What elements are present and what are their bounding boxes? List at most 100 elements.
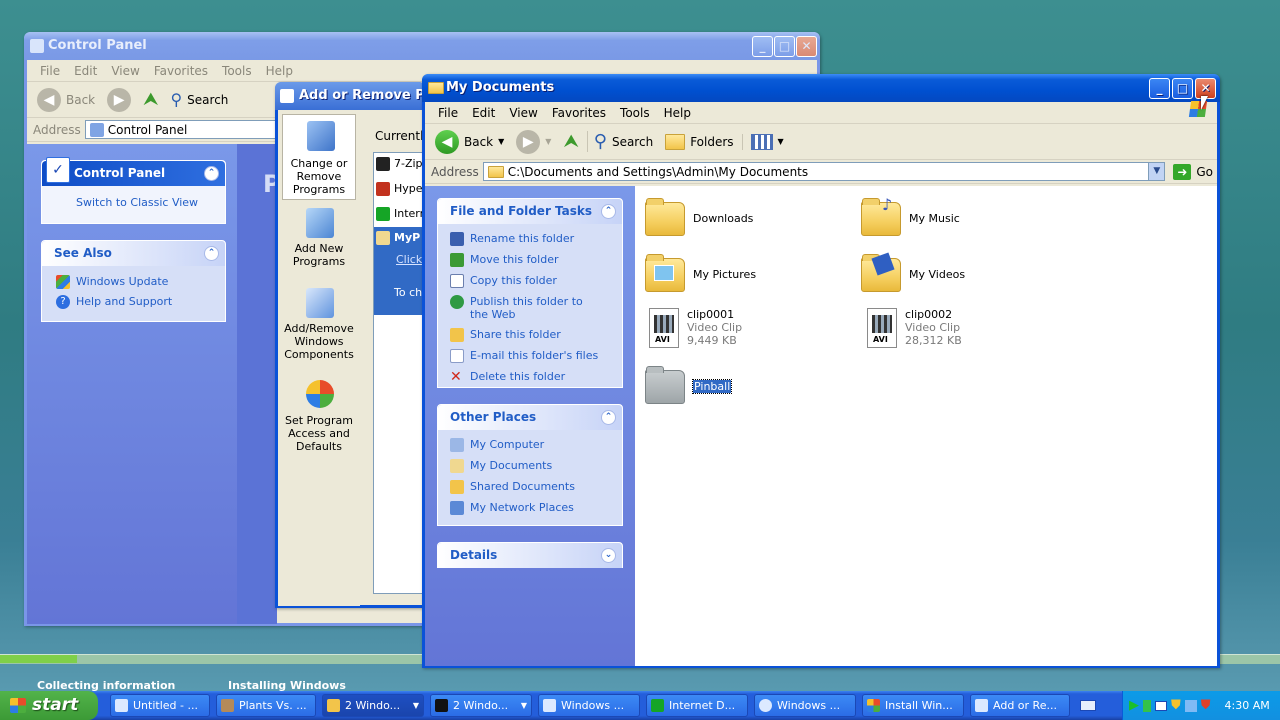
windows-update-link[interactable]: Windows Update bbox=[42, 266, 225, 289]
forward-button[interactable]: ▶ ▼ bbox=[512, 129, 555, 154]
program-row[interactable]: Hype bbox=[376, 182, 423, 196]
forward-button[interactable]: ▶ bbox=[103, 87, 135, 112]
film-strip-icon bbox=[654, 315, 674, 333]
help-support-link[interactable]: ? Help and Support bbox=[42, 289, 225, 309]
program-icon bbox=[376, 231, 390, 245]
file-item-clip0002[interactable]: AVI clip0002 Video Clip 28,312 KB bbox=[867, 308, 962, 348]
switch-classic-view-link[interactable]: Switch to Classic View bbox=[42, 186, 225, 209]
maximize-button[interactable]: □ bbox=[1172, 78, 1193, 99]
search-button[interactable]: ⚲ Search bbox=[586, 131, 657, 152]
add-remove-titlebar[interactable]: Add or Remove Programs bbox=[275, 82, 425, 110]
menu-file[interactable]: File bbox=[431, 106, 465, 120]
shared-documents-link[interactable]: Shared Documents bbox=[450, 480, 622, 494]
up-folder-button[interactable]: ⮝ bbox=[139, 89, 162, 110]
details-title[interactable]: Details ⌄ bbox=[438, 543, 622, 568]
email-files-link[interactable]: E-mail this folder's files bbox=[450, 349, 622, 363]
forward-arrow-icon: ▶ bbox=[107, 87, 132, 112]
battery-tray-icon[interactable] bbox=[1143, 699, 1151, 712]
address-dropdown-icon[interactable]: ▼ bbox=[1148, 163, 1165, 180]
maximize-button[interactable]: □ bbox=[774, 36, 795, 57]
taskbar-button[interactable]: Untitled - ... bbox=[110, 694, 210, 717]
shield-tray-icon[interactable]: ⛊ bbox=[1171, 698, 1181, 713]
menu-view[interactable]: View bbox=[104, 64, 146, 78]
menu-help[interactable]: Help bbox=[657, 106, 698, 120]
program-row[interactable]: 7-Zip bbox=[376, 157, 423, 171]
folder-item-pinball[interactable]: Pinball bbox=[645, 366, 733, 404]
back-arrow-icon: ◀ bbox=[37, 87, 61, 112]
copy-folder-link[interactable]: Copy this folder bbox=[450, 274, 622, 288]
control-panel-box-title: ✓ Control Panel ⌃ bbox=[42, 157, 225, 186]
minimize-button[interactable]: _ bbox=[752, 36, 773, 57]
folders-button[interactable]: Folders bbox=[661, 133, 737, 150]
close-button[interactable]: ✕ bbox=[796, 36, 817, 57]
my-documents-titlebar[interactable]: My Documents _ □ ✕ bbox=[422, 74, 1220, 102]
search-button[interactable]: ⚲ Search bbox=[166, 90, 232, 109]
collapse-chevron-icon[interactable]: ⌃ bbox=[601, 204, 616, 219]
back-button[interactable]: ◀ Back ▼ bbox=[431, 129, 508, 154]
avi-badge: AVI bbox=[655, 335, 670, 344]
taskbar-button[interactable]: Plants Vs. ... bbox=[216, 694, 316, 717]
folder-item-my-music[interactable]: ♪ My Music bbox=[861, 195, 960, 236]
program-access-button[interactable]: Set Program Access and Defaults bbox=[282, 378, 356, 462]
file-item-clip0001[interactable]: AVI clip0001 Video Clip 9,449 KB bbox=[649, 308, 742, 348]
folder-item-my-pictures[interactable]: My Pictures bbox=[645, 254, 756, 292]
folder-item-downloads[interactable]: Downloads bbox=[645, 198, 753, 236]
taskbar-button[interactable]: Install Win... bbox=[862, 694, 964, 717]
taskbar-button[interactable]: Internet D... bbox=[646, 694, 748, 717]
system-tray: ▶ ⛊ ⛊ 4:30 AM bbox=[1122, 691, 1280, 720]
selected-program-row[interactable]: MyP Click To ch bbox=[374, 227, 424, 315]
my-documents-link[interactable]: My Documents bbox=[450, 459, 622, 473]
clock[interactable]: 4:30 AM bbox=[1225, 699, 1270, 712]
expand-chevron-icon[interactable]: ⌄ bbox=[601, 548, 616, 563]
menu-tools[interactable]: Tools bbox=[215, 64, 259, 78]
taskbar-button[interactable]: Add or Re... bbox=[970, 694, 1070, 717]
windows-components-icon bbox=[306, 288, 334, 318]
menu-tools[interactable]: Tools bbox=[613, 106, 657, 120]
taskbar-button[interactable]: Windows ... bbox=[754, 694, 856, 717]
menu-help[interactable]: Help bbox=[259, 64, 300, 78]
menu-favorites[interactable]: Favorites bbox=[545, 106, 613, 120]
menu-favorites[interactable]: Favorites bbox=[147, 64, 215, 78]
move-folder-link[interactable]: Move this folder bbox=[450, 253, 622, 267]
collapse-chevron-icon[interactable]: ⌃ bbox=[204, 246, 219, 261]
up-folder-button[interactable]: ⮝ bbox=[559, 131, 582, 152]
support-info-link[interactable]: Click bbox=[374, 249, 424, 266]
collapse-chevron-icon[interactable]: ⌃ bbox=[601, 410, 616, 425]
network-tray-icon[interactable] bbox=[1184, 699, 1197, 712]
change-remove-button[interactable]: Change or Remove Programs bbox=[282, 114, 356, 200]
rename-folder-link[interactable]: Rename this folder bbox=[450, 232, 622, 246]
control-panel-titlebar[interactable]: Control Panel _ □ ✕ bbox=[24, 32, 820, 60]
selected-label-wrap: Pinball bbox=[691, 370, 733, 404]
back-button[interactable]: ◀ Back bbox=[33, 87, 99, 112]
network-places-link[interactable]: My Network Places bbox=[450, 501, 622, 515]
share-folder-link[interactable]: Share this folder bbox=[450, 328, 622, 342]
minimize-button[interactable]: _ bbox=[1149, 78, 1170, 99]
views-button[interactable]: ▼ bbox=[741, 133, 788, 150]
play-tray-icon[interactable]: ▶ bbox=[1129, 698, 1139, 713]
dropdown-arrow-icon[interactable]: ▼ bbox=[498, 137, 504, 146]
address-field[interactable]: Control Panel bbox=[84, 120, 285, 139]
menu-edit[interactable]: Edit bbox=[465, 106, 502, 120]
my-computer-link[interactable]: My Computer bbox=[450, 438, 622, 452]
start-button[interactable]: start bbox=[0, 691, 98, 720]
taskbar-button[interactable]: Windows ... bbox=[538, 694, 640, 717]
menu-file[interactable]: File bbox=[33, 64, 67, 78]
program-row[interactable]: Intern bbox=[376, 207, 427, 221]
folder-item-my-videos[interactable]: My Videos bbox=[861, 252, 965, 292]
add-new-programs-button[interactable]: Add New Programs bbox=[282, 206, 356, 276]
menu-view[interactable]: View bbox=[502, 106, 544, 120]
7zip-icon bbox=[376, 157, 390, 171]
publish-web-link[interactable]: Publish this folder to the Web bbox=[450, 295, 622, 321]
film-strip-icon bbox=[872, 315, 892, 333]
windows-components-button[interactable]: Add/Remove Windows Components bbox=[282, 286, 356, 370]
menu-edit[interactable]: Edit bbox=[67, 64, 104, 78]
security-alert-tray-icon[interactable]: ⛊ bbox=[1201, 698, 1211, 713]
taskbar-button[interactable]: 2 Windo... ▼ bbox=[322, 694, 424, 717]
monitor-tray-icon[interactable] bbox=[1155, 700, 1167, 711]
taskbar-button[interactable]: 2 Windo... ▼ bbox=[430, 694, 532, 717]
collapse-chevron-icon[interactable]: ⌃ bbox=[204, 166, 219, 181]
delete-folder-link[interactable]: ✕ Delete this folder bbox=[450, 370, 622, 384]
address-field[interactable]: C:\Documents and Settings\Admin\My Docum… bbox=[482, 162, 1166, 181]
go-button[interactable]: ➜ Go bbox=[1169, 163, 1217, 180]
folders-icon bbox=[665, 133, 686, 150]
